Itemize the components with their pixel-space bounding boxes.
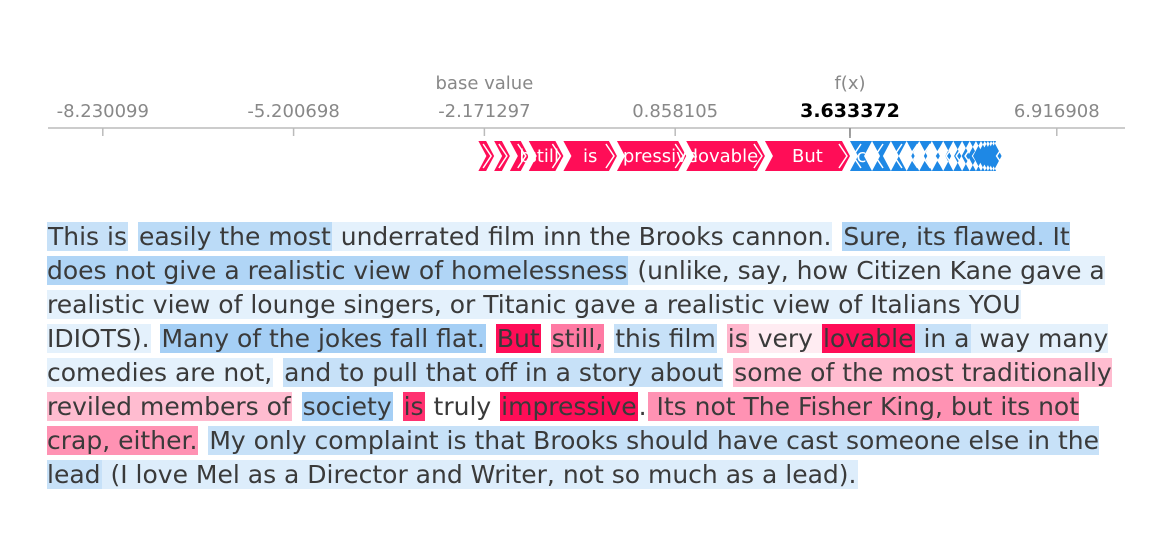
text-token: society [301, 392, 393, 421]
text-token: This is [47, 222, 129, 251]
text-token: underrated film inn the Brooks cannon. [331, 222, 833, 251]
positive-feature-label: mpressive [605, 146, 698, 167]
axis-labels: base value f(x) [435, 73, 865, 94]
text-token: this film [614, 324, 717, 353]
positive-feature-label: lovable [693, 146, 758, 167]
force-plot: -8.230099 -5.200698 -2.171297 0.858105 3.633… [48, 73, 1125, 171]
text-token: and to pull that off in a story about [283, 358, 724, 387]
negative-feature-bar [953, 141, 963, 171]
text-token: . [638, 392, 647, 421]
text-token: lovable [821, 324, 915, 353]
text-token: is [726, 324, 749, 353]
axis: -8.230099 -5.200698 -2.171297 0.858105 3.633… [48, 100, 1125, 136]
text-token: in a [914, 324, 971, 353]
text-token: very [748, 324, 822, 353]
base-value-label: base value [435, 73, 533, 94]
text-token: easily the most [137, 222, 332, 251]
force-bars: But lovablempressive is still,, b ci [478, 128, 1006, 171]
positive-feature-label: is [583, 146, 597, 167]
tick-label: -8.230099 [57, 101, 149, 122]
tick-label: 6.916908 [1014, 101, 1100, 122]
text-token: still, [550, 324, 605, 353]
tick-label: -2.171297 [438, 101, 530, 122]
text-token: is [402, 392, 425, 421]
text-token: impressive [500, 392, 638, 421]
positive-feature-label: But [792, 146, 823, 167]
text-token: truly [425, 392, 500, 421]
positive-feature-label: still, [528, 146, 565, 167]
negative-feature-bar [943, 141, 954, 171]
positive-feature-label: , b [508, 146, 531, 167]
text-token: But [495, 324, 541, 353]
text-token: (I love Mel as a Director and Writer, no… [101, 460, 858, 489]
highlighted-text: This is easily the most underrated film … [47, 220, 1117, 492]
tick-label: -5.200698 [247, 101, 339, 122]
fx-label: f(x) [834, 73, 865, 94]
text-token: Many of the jokes fall flat. [160, 324, 486, 353]
negative-feature-label: ci [857, 146, 872, 167]
tick-label: 0.858105 [632, 101, 718, 122]
fx-value-label: 3.633372 [800, 100, 900, 122]
